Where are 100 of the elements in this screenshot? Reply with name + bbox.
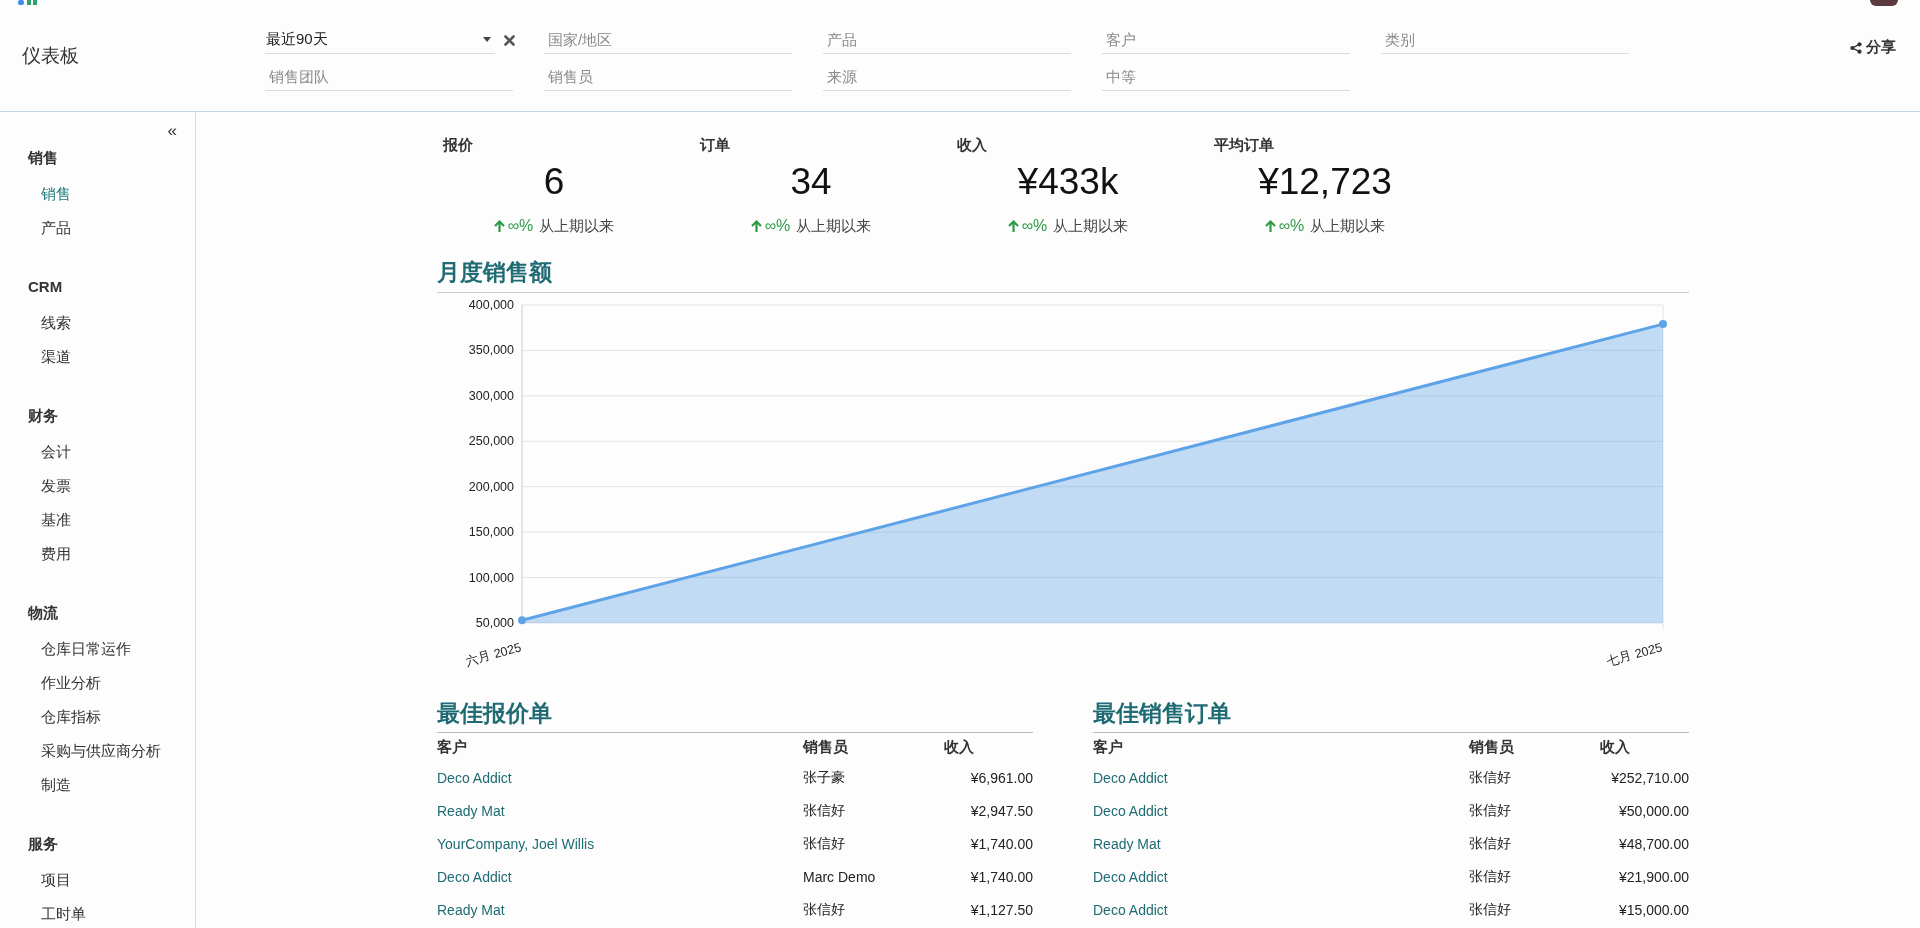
filter-field[interactable]: 产品 [823, 26, 1071, 54]
sidebar-item[interactable]: 线索 [28, 311, 195, 345]
section-heading: 销售 [28, 148, 59, 168]
y-tick-label: 250,000 [468, 434, 514, 449]
filter-field[interactable]: 国家/地区 [544, 26, 792, 54]
data-point [1659, 320, 1667, 329]
y-tick-label: 350,000 [468, 343, 514, 358]
x-tick-label: 七月 2025 [1604, 640, 1664, 669]
date-range-select[interactable]: 最近90天 [265, 26, 495, 54]
kpi-caption: 从上期以来 [796, 216, 872, 236]
customer-link[interactable]: YourCompany, Joel Willis [437, 835, 595, 852]
app-logo-icon[interactable] [18, 0, 40, 6]
page-title: 仪表板 [21, 43, 80, 68]
column-header: 客户 [1093, 737, 1124, 757]
share-icon [1850, 41, 1862, 54]
section-heading: 财务 [28, 406, 59, 426]
clear-icon[interactable] [504, 34, 515, 46]
customer-link[interactable]: Deco Addict [437, 868, 512, 885]
section-heading: 服务 [28, 834, 59, 854]
table-cell-text: ¥48,700.00 [1617, 835, 1689, 852]
table-cell-text: 张信好 [1469, 834, 1512, 853]
kpi-change: ∞% [507, 217, 534, 235]
y-tick-label: 100,000 [468, 570, 514, 585]
section-heading: 物流 [28, 603, 59, 623]
column-header: 客户 [437, 737, 468, 757]
customer-link[interactable]: Deco Addict [1093, 802, 1168, 819]
sidebar-item[interactable]: 仓库指标 [28, 705, 195, 739]
y-tick-label: 200,000 [468, 479, 514, 494]
filter-field[interactable]: 来源 [823, 63, 1071, 91]
filter-field[interactable]: 中等 [1102, 63, 1350, 91]
kpi-change: ∞% [764, 217, 791, 235]
table-cell-text: ¥1,127.50 [969, 901, 1033, 918]
x-tick-label: 六月 2025 [463, 640, 523, 669]
data-point [518, 616, 526, 625]
filter-field[interactable]: 销售团队 [265, 63, 513, 91]
sidebar-item[interactable]: 费用 [28, 542, 195, 576]
table-title: 最佳销售订单 [1093, 698, 1689, 733]
collapse-icon[interactable]: « [167, 122, 177, 146]
filter-field[interactable]: 客户 [1102, 26, 1350, 54]
kpi-value: 6 [542, 160, 566, 204]
customer-link[interactable]: Deco Addict [1093, 769, 1168, 786]
kpi-caption: 从上期以来 [539, 216, 615, 236]
y-tick-label: 300,000 [468, 388, 514, 403]
sidebar-item[interactable]: 基准 [28, 508, 195, 542]
sidebar-item[interactable]: 产品 [28, 216, 195, 250]
sidebar-item[interactable]: 发票 [28, 474, 195, 508]
customer-link[interactable]: Ready Mat [437, 901, 505, 918]
filter-field[interactable]: 销售员 [544, 63, 792, 91]
kpi-label: 报价 [443, 136, 474, 155]
kpi-label: 收入 [957, 136, 988, 155]
up-arrow-icon [493, 219, 505, 233]
chart-title: 月度销售额 [437, 257, 1689, 293]
sidebar-item[interactable]: 作业分析 [28, 671, 195, 705]
kpi-caption: 从上期以来 [1053, 216, 1129, 236]
y-tick-label: 400,000 [468, 298, 514, 312]
kpi-change: ∞% [1021, 217, 1048, 235]
table-cell-text: ¥15,000.00 [1617, 901, 1689, 918]
kpi-change: ∞% [1278, 217, 1305, 235]
column-header: 收入 [943, 737, 975, 757]
table-cell-text: ¥252,710.00 [1610, 769, 1689, 786]
sidebar-item[interactable]: 销售 [28, 182, 195, 216]
kpi-label: 订单 [700, 136, 731, 155]
table-cell-text: ¥1,740.00 [969, 868, 1033, 885]
table-cell-text: 张信好 [1469, 768, 1512, 787]
kpi-value: ¥12,723 [1257, 160, 1393, 204]
caret-icon [483, 37, 491, 42]
table-cell-text: ¥1,740.00 [969, 835, 1033, 852]
sidebar-item[interactable]: 项目 [28, 868, 195, 902]
table-title: 最佳报价单 [437, 698, 1033, 733]
up-arrow-icon [1007, 219, 1019, 233]
sidebar-item[interactable]: 会计 [28, 440, 195, 474]
column-header: 销售员 [803, 737, 849, 757]
up-arrow-icon [750, 219, 762, 233]
column-header: 销售员 [1469, 737, 1515, 757]
sidebar-item[interactable]: 仓库日常运作 [28, 637, 195, 671]
customer-link[interactable]: Ready Mat [1093, 835, 1161, 852]
sidebar-item[interactable]: 制造 [28, 773, 195, 807]
table-cell-text: ¥50,000.00 [1617, 802, 1689, 819]
table-cell-text: ¥21,900.00 [1617, 868, 1689, 885]
table-cell-text: 张信好 [1469, 900, 1512, 919]
section-heading: CRM [28, 277, 64, 297]
table-cell-text: 张信好 [803, 834, 846, 853]
up-arrow-icon [1264, 219, 1276, 233]
customer-link[interactable]: Deco Addict [1093, 868, 1168, 885]
table-cell-text: ¥6,961.00 [969, 769, 1033, 786]
sidebar-item[interactable]: 渠道 [28, 345, 195, 379]
column-header: 收入 [1599, 737, 1631, 757]
customer-link[interactable]: Ready Mat [437, 802, 505, 819]
sidebar-item[interactable]: 采购与供应商分析 [28, 739, 195, 773]
table-cell-text: ¥2,947.50 [969, 802, 1033, 819]
table-cell-text: 张信好 [1469, 801, 1512, 820]
sidebar-item[interactable]: 工时单 [28, 902, 195, 928]
customer-link[interactable]: Deco Addict [1093, 901, 1168, 918]
customer-link[interactable]: Deco Addict [437, 769, 512, 786]
kpi-caption: 从上期以来 [1310, 216, 1386, 236]
filter-field[interactable]: 类别 [1381, 26, 1629, 54]
y-tick-label: 150,000 [468, 525, 514, 540]
share-button[interactable]: 分享 [1848, 36, 1898, 59]
table-cell-text: 张信好 [803, 801, 846, 820]
table-cell-text: Marc Demo [803, 868, 877, 885]
